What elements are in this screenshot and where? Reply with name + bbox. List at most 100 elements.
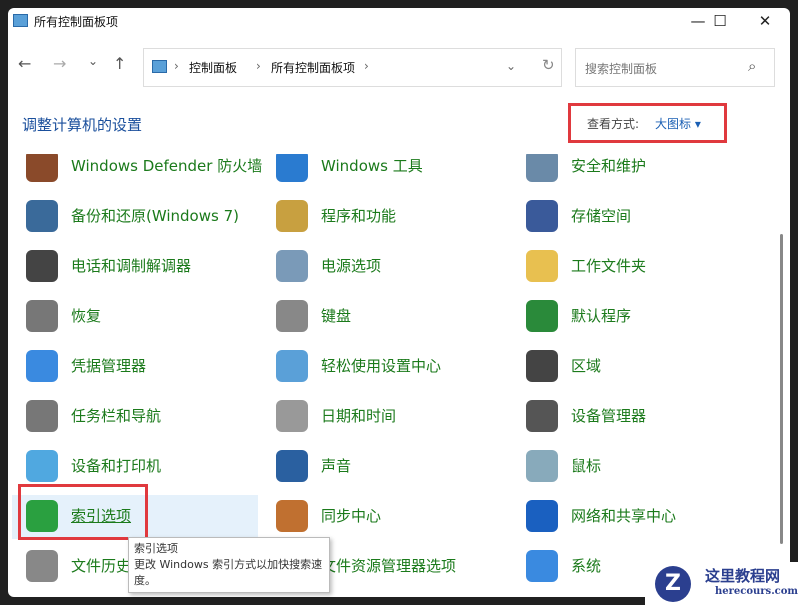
- title-bar: 所有控制面板项 — ☐ ✕: [8, 8, 790, 38]
- control-panel-item-icon: [276, 300, 308, 332]
- control-panel-item-icon: [26, 550, 58, 582]
- control-panel-item-label: 凭据管理器: [71, 357, 147, 375]
- control-panel-item-icon: [526, 250, 558, 282]
- scrollbar-thumb[interactable]: [780, 234, 783, 544]
- indexing-options-highlight: [18, 484, 148, 540]
- control-panel-item-label: 程序和功能: [321, 207, 397, 225]
- close-button[interactable]: ✕: [750, 12, 780, 30]
- up-button[interactable]: ↑: [113, 54, 126, 73]
- control-panel-item-label: 设备管理器: [571, 407, 647, 425]
- control-panel-item[interactable]: Windows Defender 防火墙: [12, 154, 262, 189]
- control-panel-item[interactable]: 任务栏和导航: [12, 395, 258, 439]
- recent-locations-button[interactable]: ⌄: [88, 54, 98, 68]
- control-panel-item-icon: [26, 450, 58, 482]
- search-input[interactable]: 搜索控制面板: [585, 60, 657, 77]
- control-panel-item-icon: [526, 450, 558, 482]
- control-panel-item-label: 文件资源管理器选项: [321, 557, 457, 575]
- control-panel-icon: [13, 14, 28, 27]
- control-panel-item-label: 安全和维护: [571, 157, 647, 175]
- control-panel-item[interactable]: 程序和功能: [262, 195, 508, 239]
- control-panel-item-label: 同步中心: [321, 507, 382, 525]
- control-panel-item-icon: [26, 154, 58, 182]
- control-panel-item[interactable]: 同步中心: [262, 495, 508, 539]
- control-panel-item-icon: [26, 350, 58, 382]
- control-panel-item-icon: [526, 154, 558, 182]
- control-panel-item-label: 设备和打印机: [71, 457, 162, 475]
- control-panel-item[interactable]: 区域: [512, 345, 758, 389]
- control-panel-item[interactable]: 工作文件夹: [512, 245, 758, 289]
- breadcrumb-all-items[interactable]: 所有控制面板项: [271, 59, 355, 76]
- control-panel-item-label: 备份和还原(Windows 7): [71, 207, 239, 225]
- control-panel-item-icon: [526, 500, 558, 532]
- maximize-button[interactable]: ☐: [705, 12, 735, 30]
- control-panel-item-icon: [276, 450, 308, 482]
- control-panel-item-icon: [26, 250, 58, 282]
- back-button[interactable]: ←: [18, 54, 31, 73]
- control-panel-item-label: 网络和共享中心: [571, 507, 677, 525]
- control-panel-item[interactable]: 凭据管理器: [12, 345, 258, 389]
- control-panel-item-label: 区域: [571, 357, 602, 375]
- scrollbar[interactable]: [779, 154, 785, 597]
- control-panel-item[interactable]: 网络和共享中心: [512, 495, 758, 539]
- control-panel-item-icon: [526, 200, 558, 232]
- control-panel-item[interactable]: 声音: [262, 445, 508, 489]
- control-panel-item[interactable]: 鼠标: [512, 445, 758, 489]
- control-panel-item-icon: [276, 200, 308, 232]
- control-panel-item[interactable]: 恢复: [12, 295, 258, 339]
- control-panel-item-label: 系统: [571, 557, 602, 575]
- control-panel-item-label: 日期和时间: [321, 407, 397, 425]
- control-panel-item[interactable]: 轻松使用设置中心: [262, 345, 508, 389]
- control-panel-item-label: 轻松使用设置中心: [321, 357, 442, 375]
- control-panel-item-icon: [26, 200, 58, 232]
- control-panel-item-icon: [526, 400, 558, 432]
- search-box[interactable]: 搜索控制面板 ⌕: [575, 48, 775, 87]
- control-panel-item[interactable]: 电话和调制解调器: [12, 245, 258, 289]
- watermark: Z 这里教程网 herecours.com: [645, 562, 798, 605]
- control-panel-item-icon: [526, 350, 558, 382]
- control-panel-item-icon: [26, 400, 58, 432]
- watermark-name: 这里教程网: [705, 567, 781, 585]
- breadcrumb-separator: ›: [364, 59, 369, 73]
- control-panel-item[interactable]: 设备管理器: [512, 395, 758, 439]
- control-panel-icon: [152, 60, 167, 73]
- control-panel-item[interactable]: 日期和时间: [262, 395, 508, 439]
- control-panel-item-icon: [276, 154, 308, 182]
- control-panel-item-label: Windows Defender 防火墙: [71, 157, 263, 175]
- control-panel-item[interactable]: 存储空间: [512, 195, 758, 239]
- refresh-icon[interactable]: ↻: [542, 56, 555, 74]
- control-panel-item-label: 电话和调制解调器: [71, 257, 192, 275]
- view-by-dropdown[interactable]: 大图标 ▾: [655, 115, 701, 132]
- control-panel-item-icon: [276, 500, 308, 532]
- tooltip-title: 索引选项: [134, 542, 178, 555]
- address-bar[interactable]: › 控制面板 › 所有控制面板项 › ⌄ ↻: [143, 48, 562, 87]
- control-panel-item-label: 默认程序: [571, 307, 632, 325]
- search-icon[interactable]: ⌕: [748, 57, 756, 75]
- control-panel-item-icon: [26, 300, 58, 332]
- control-panel-item[interactable]: 设备和打印机: [12, 445, 258, 489]
- control-panel-item-icon: [526, 550, 558, 582]
- watermark-logo: Z: [655, 566, 691, 602]
- breadcrumb-control-panel[interactable]: 控制面板: [189, 59, 237, 76]
- view-by-highlight: 查看方式: 大图标 ▾: [568, 103, 727, 143]
- control-panel-item[interactable]: 电源选项: [262, 245, 508, 289]
- control-panel-item[interactable]: 安全和维护: [512, 154, 758, 189]
- control-panel-item-icon: [276, 250, 308, 282]
- control-panel-item-icon: [526, 300, 558, 332]
- control-panel-item-label: 工作文件夹: [571, 257, 647, 275]
- control-panel-item-label: 键盘: [321, 307, 352, 325]
- window-title: 所有控制面板项: [34, 15, 119, 29]
- control-panel-item[interactable]: Windows 工具: [262, 154, 508, 189]
- tooltip: 索引选项 更改 Windows 索引方式以加快搜索速度。: [128, 537, 330, 593]
- control-panel-item-label: 任务栏和导航: [71, 407, 162, 425]
- forward-button[interactable]: →: [53, 54, 66, 73]
- page-heading: 调整计算机的设置: [22, 116, 143, 134]
- control-panel-item[interactable]: 默认程序: [512, 295, 758, 339]
- watermark-url: herecours.com: [715, 586, 798, 597]
- control-panel-item-label: 恢复: [71, 307, 102, 325]
- control-panel-item-label: Windows 工具: [321, 157, 423, 175]
- view-by-label: 查看方式:: [587, 117, 640, 131]
- control-panel-item-label: 电源选项: [321, 257, 382, 275]
- address-dropdown-icon[interactable]: ⌄: [506, 59, 516, 73]
- control-panel-item[interactable]: 备份和还原(Windows 7): [12, 195, 258, 239]
- control-panel-item[interactable]: 键盘: [262, 295, 508, 339]
